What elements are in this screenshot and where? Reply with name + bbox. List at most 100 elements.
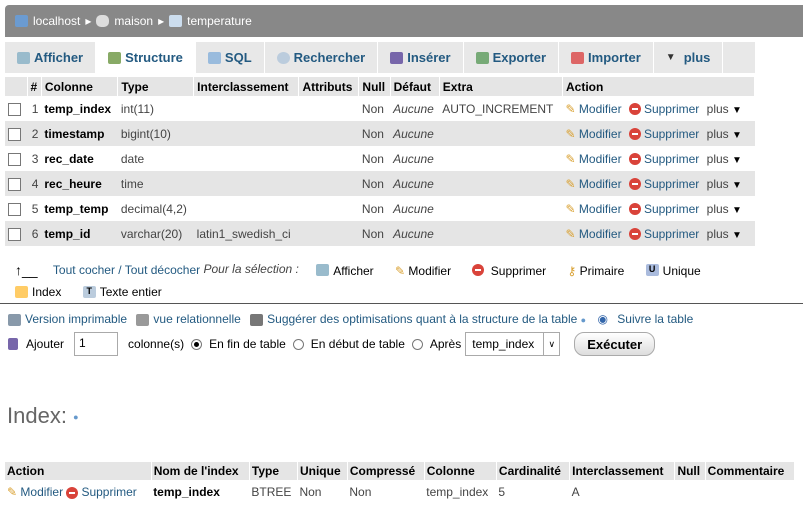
column-count-input[interactable]: 1 bbox=[74, 332, 119, 356]
relation-view-link[interactable]: vue relationnelle bbox=[153, 312, 240, 326]
delete-link[interactable]: Supprimer bbox=[628, 227, 699, 241]
index-column: temp_index bbox=[426, 485, 489, 499]
column-extra bbox=[439, 121, 563, 146]
column-type: varchar(20) bbox=[117, 221, 194, 246]
delete-link[interactable]: Supprimer bbox=[628, 102, 699, 116]
after-column-select[interactable]: temp_index ∨ bbox=[465, 332, 561, 356]
column-type: bigint(10) bbox=[117, 121, 194, 146]
column-attributes bbox=[299, 196, 359, 221]
tab-afficher[interactable]: Afficher bbox=[5, 42, 97, 73]
index-col-header: Null bbox=[674, 462, 706, 480]
arrow-up-icon: ↑__ bbox=[15, 262, 38, 278]
radio-after[interactable] bbox=[411, 338, 423, 350]
server-icon bbox=[15, 15, 28, 27]
index-modify-link[interactable]: ✎ Modifier bbox=[7, 485, 63, 499]
column-collation bbox=[193, 171, 299, 196]
tab-structure[interactable]: Structure bbox=[96, 42, 196, 73]
column-extra: AUTO_INCREMENT bbox=[442, 101, 554, 116]
delete-link[interactable]: Supprimer bbox=[628, 127, 699, 141]
database-icon bbox=[96, 15, 110, 27]
more-menu[interactable]: plus ▼ bbox=[707, 202, 742, 216]
propose-structure-link[interactable]: Suggérer des optimisations quant à la st… bbox=[267, 312, 577, 326]
modify-link[interactable]: ✎ Modifier bbox=[566, 227, 622, 241]
help-icon[interactable]: ● bbox=[581, 315, 586, 325]
selection-label: Pour la sélection : bbox=[203, 262, 299, 277]
modify-link[interactable]: ✎ Modifier bbox=[566, 127, 622, 141]
column-extra bbox=[439, 146, 562, 171]
delete-link[interactable]: Supprimer bbox=[628, 202, 699, 216]
row-actions: ✎ Modifier Supprimer plus ▼ bbox=[562, 171, 755, 196]
selection-browse-button[interactable]: Afficher bbox=[316, 263, 374, 277]
more-menu[interactable]: plus ▼ bbox=[707, 102, 742, 116]
row-checkbox[interactable] bbox=[5, 221, 27, 246]
more-menu[interactable]: plus ▼ bbox=[707, 127, 742, 141]
structure-icon bbox=[108, 51, 122, 64]
execute-button[interactable]: Exécuter bbox=[574, 332, 656, 356]
selection-delete-button[interactable]: Supprimer bbox=[472, 263, 546, 277]
column-name: temp_index bbox=[44, 101, 112, 116]
column-null: Non bbox=[358, 221, 391, 246]
unique-icon: U bbox=[645, 264, 659, 277]
modify-link[interactable]: ✎ Modifier bbox=[566, 202, 622, 216]
col-header: Null bbox=[358, 77, 391, 96]
col-header: Action bbox=[562, 77, 755, 96]
selection-modify-button[interactable]: ✎ Modifier bbox=[395, 263, 451, 277]
breadcrumb-table[interactable]: temperature bbox=[187, 14, 252, 28]
tab-importer[interactable]: Importer bbox=[559, 42, 654, 73]
row-checkbox[interactable] bbox=[5, 121, 27, 146]
print-view-link[interactable]: Version imprimable bbox=[25, 312, 127, 326]
modify-link[interactable]: ✎ Modifier bbox=[566, 152, 622, 166]
more-menu[interactable]: plus ▼ bbox=[707, 227, 742, 241]
radio-end-of-table[interactable] bbox=[191, 338, 203, 350]
index-table: Action Nom de l'index Type Unique Compressé C… bbox=[5, 462, 796, 504]
breadcrumb-database[interactable]: maison bbox=[114, 14, 153, 28]
index-col-header: Cardinalité bbox=[496, 462, 571, 480]
column-type: date bbox=[120, 151, 145, 166]
browse-icon bbox=[316, 264, 330, 277]
column-null: Non bbox=[361, 151, 384, 166]
check-all-link[interactable]: Tout cocher / Tout décocher bbox=[53, 263, 200, 277]
row-checkbox[interactable] bbox=[5, 196, 27, 221]
delete-link[interactable]: Supprimer bbox=[628, 152, 699, 166]
columns-label: colonne(s) bbox=[128, 337, 185, 351]
col-header: Défaut bbox=[390, 77, 440, 96]
column-default: Aucune bbox=[390, 171, 440, 196]
tab-plus[interactable]: ▼ plus bbox=[654, 42, 724, 73]
delete-link[interactable]: Supprimer bbox=[628, 177, 699, 191]
selection-unique-button[interactable]: U Unique bbox=[645, 263, 701, 277]
selection-index-button[interactable]: Index bbox=[15, 284, 61, 299]
table-row: 1 temp_index int(11) Non Aucune AUTO_INCREMEN… bbox=[5, 96, 755, 121]
index-comment bbox=[705, 480, 794, 504]
row-number: 3 bbox=[31, 151, 39, 166]
column-default: Aucune bbox=[390, 221, 440, 246]
selection-fulltext-button[interactable]: T Texte entier bbox=[82, 284, 162, 299]
more-menu[interactable]: plus ▼ bbox=[707, 177, 742, 191]
radio-start-of-table[interactable] bbox=[292, 338, 304, 350]
help-icon[interactable]: ● bbox=[73, 412, 78, 422]
row-number: 6 bbox=[27, 221, 42, 246]
track-table-link[interactable]: Suivre la table bbox=[617, 312, 693, 326]
column-collation bbox=[194, 96, 299, 121]
column-type: decimal(4,2) bbox=[120, 201, 187, 216]
row-actions: ✎ Modifier Supprimer plus ▼ bbox=[562, 221, 755, 246]
tab-sql[interactable]: SQL bbox=[196, 42, 265, 73]
index-col-header: Action bbox=[5, 462, 152, 480]
index-delete-link[interactable]: Supprimer bbox=[66, 485, 137, 499]
delete-icon bbox=[628, 128, 641, 141]
row-checkbox[interactable] bbox=[5, 171, 27, 196]
key-icon: ⚷ bbox=[567, 263, 577, 278]
col-header: Colonne bbox=[41, 77, 119, 96]
tab-inserer[interactable]: Insérer bbox=[378, 42, 464, 73]
more-menu[interactable]: plus ▼ bbox=[707, 152, 742, 166]
column-collation bbox=[193, 121, 299, 146]
selection-primary-button[interactable]: ⚷ Primaire bbox=[568, 263, 625, 277]
tab-rechercher[interactable]: Rechercher bbox=[265, 42, 379, 73]
row-checkbox[interactable] bbox=[5, 96, 27, 121]
modify-link[interactable]: ✎ Modifier bbox=[566, 102, 622, 116]
row-checkbox[interactable] bbox=[5, 146, 27, 171]
modify-link[interactable]: ✎ Modifier bbox=[566, 177, 622, 191]
tab-exporter[interactable]: Exporter bbox=[464, 42, 560, 73]
insert-icon bbox=[8, 338, 18, 350]
optimize-icon bbox=[250, 313, 264, 326]
breadcrumb-server[interactable]: localhost bbox=[33, 14, 80, 28]
